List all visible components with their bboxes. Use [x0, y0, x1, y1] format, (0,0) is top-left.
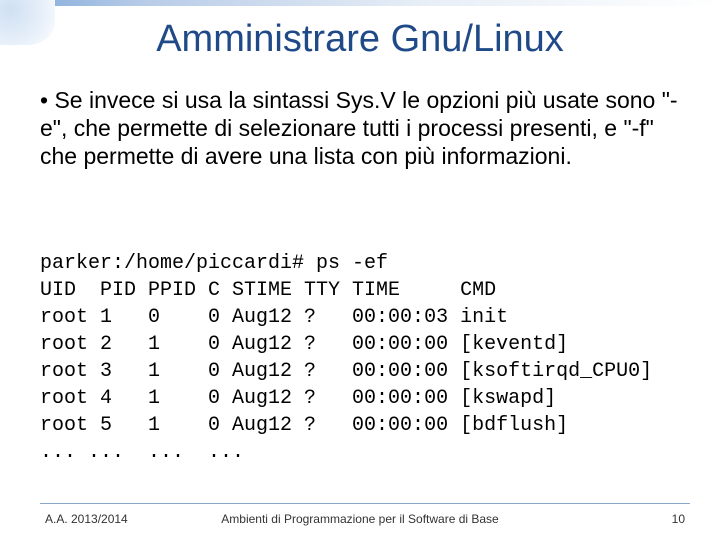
decorative-top-bar [0, 0, 720, 6]
slide: Amministrare Gnu/Linux • Se invece si us… [0, 0, 720, 540]
footer-course-name: Ambienti di Programmazione per il Softwa… [0, 512, 720, 526]
code-block: parker:/home/piccardi# ps -ef UID PID PP… [40, 250, 700, 466]
body-text: • Se invece si usa la sintassi Sys.V le … [40, 86, 690, 170]
footer-divider [40, 503, 690, 504]
footer-page-number: 10 [672, 512, 685, 526]
slide-title: Amministrare Gnu/Linux [0, 18, 720, 61]
